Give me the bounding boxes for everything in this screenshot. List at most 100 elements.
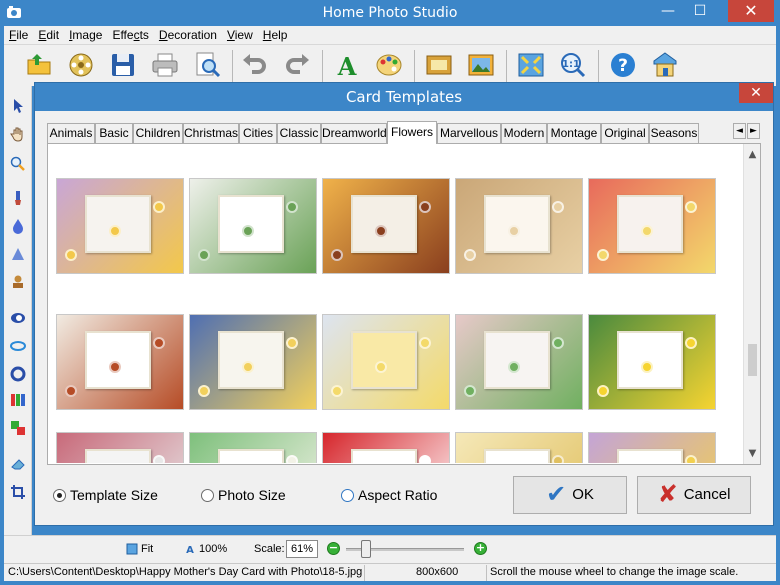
save-icon[interactable] [108,50,138,80]
scale-slider-thumb[interactable] [361,540,371,558]
template-thumbnail[interactable] [455,432,583,463]
tab-scroll-left-button[interactable]: ◄ [733,123,746,139]
flower-decoration [242,225,254,237]
radio-indicator[interactable] [53,489,66,502]
maximize-button[interactable]: ☐ [686,0,714,22]
scale-input[interactable]: 61% [286,540,318,558]
zoom-in-icon[interactable]: + [474,542,487,555]
print-preview-icon[interactable] [192,50,222,80]
template-thumbnail[interactable] [322,178,450,274]
text-tool-icon[interactable]: A [332,50,362,80]
open-folder-icon[interactable] [24,50,54,80]
template-thumbnail[interactable] [56,432,184,463]
photo-placeholder [85,195,151,253]
color-replace-icon[interactable] [10,420,26,436]
tab-children[interactable]: Children [133,123,183,143]
triangle-icon[interactable] [10,246,26,262]
circle-icon[interactable] [10,366,26,382]
tab-christmas[interactable]: Christmas [183,123,239,143]
template-thumbnail[interactable] [455,178,583,274]
tab-classic[interactable]: Classic [277,123,321,143]
scrollbar-thumb[interactable] [748,344,757,376]
template-thumbnail[interactable] [588,314,716,410]
menu-item-decoration[interactable]: Decoration [154,26,222,44]
undo-icon[interactable] [240,50,270,80]
zoom-out-icon[interactable]: − [327,542,340,555]
vertical-scrollbar[interactable]: ▲ ▼ [743,144,760,464]
actual-size-label[interactable]: 100% [199,543,227,555]
menu-item-image[interactable]: Image [64,26,107,44]
template-thumbnail[interactable] [455,314,583,410]
tab-montage[interactable]: Montage [547,123,601,143]
minimize-button[interactable]: — [654,0,682,22]
menu-item-edit[interactable]: Edit [33,26,64,44]
tab-marvellous[interactable]: Marvellous [437,123,501,143]
fit-window-icon[interactable] [516,50,546,80]
template-thumbnail[interactable] [588,178,716,274]
flower-decoration [331,385,343,397]
drop-icon[interactable] [10,218,26,234]
radio-indicator[interactable] [341,489,354,502]
picture-icon[interactable] [466,50,496,80]
template-thumbnail[interactable] [322,432,450,463]
template-thumbnail[interactable] [189,178,317,274]
template-thumbnail[interactable] [322,314,450,410]
brush-icon[interactable] [10,190,26,206]
home-icon[interactable] [650,50,680,80]
tab-original[interactable]: Original [601,123,649,143]
dialog-close-button[interactable]: ✕ [739,83,773,103]
radio-indicator[interactable] [201,489,214,502]
scroll-up-button[interactable]: ▲ [744,146,761,163]
close-button[interactable]: ✕ [728,0,774,22]
crop-icon[interactable] [10,484,26,500]
redo-icon[interactable] [282,50,312,80]
print-icon[interactable] [150,50,180,80]
ok-button[interactable]: ✔ OK [513,476,627,514]
tab-flowers[interactable]: Flowers [387,121,437,144]
status-divider [364,565,365,581]
fit-icon[interactable] [126,543,138,555]
radio-photo-size[interactable]: Photo Size [201,487,286,503]
help-icon[interactable]: ? [608,50,638,80]
tab-scroll-right-button[interactable]: ► [747,123,760,139]
stamp-icon[interactable] [10,274,26,290]
menu-item-view[interactable]: View [222,26,258,44]
flower-decoration [419,201,431,213]
menu-item-help[interactable]: Help [258,26,293,44]
menu-item-effects[interactable]: Effects [107,26,153,44]
template-thumbnail[interactable] [189,432,317,463]
radio-aspect-ratio[interactable]: Aspect Ratio [341,487,437,503]
actual-size-icon[interactable]: 1:1 [558,50,588,80]
levels-icon[interactable] [10,392,26,408]
eye-icon[interactable] [10,338,26,354]
pointer-icon[interactable] [10,98,26,114]
hand-icon[interactable] [10,126,26,142]
template-thumbnail[interactable] [588,432,716,463]
photo-placeholder [617,331,683,389]
radio-template-size[interactable]: Template Size [53,487,158,503]
tab-cities[interactable]: Cities [239,123,277,143]
tab-basic[interactable]: Basic [95,123,133,143]
toolbar-separator [598,50,599,82]
zoom-icon[interactable] [10,156,26,172]
actual-size-small-icon[interactable]: A [184,543,196,555]
tab-modern[interactable]: Modern [501,123,547,143]
tab-dreamworld[interactable]: Dreamworld [321,123,387,143]
template-thumbnail[interactable] [189,314,317,410]
template-thumbnail[interactable] [56,178,184,274]
cancel-button[interactable]: ✘ Cancel [637,476,751,514]
tab-animals[interactable]: Animals [47,123,95,143]
template-thumbnail[interactable] [56,314,184,410]
photo-placeholder [484,195,550,253]
ellipse-icon[interactable] [10,310,26,326]
frame-icon[interactable] [424,50,454,80]
menu-label-prefix: Effe [112,28,134,42]
tab-seasons[interactable]: Seasons [649,123,699,143]
fit-label[interactable]: Fit [141,543,153,555]
film-reel-icon[interactable] [66,50,96,80]
scroll-down-button[interactable]: ▼ [744,445,761,462]
flower-decoration [419,337,431,349]
palette-icon[interactable] [374,50,404,80]
menu-item-file[interactable]: File [4,26,33,44]
eraser-icon[interactable] [10,456,26,472]
